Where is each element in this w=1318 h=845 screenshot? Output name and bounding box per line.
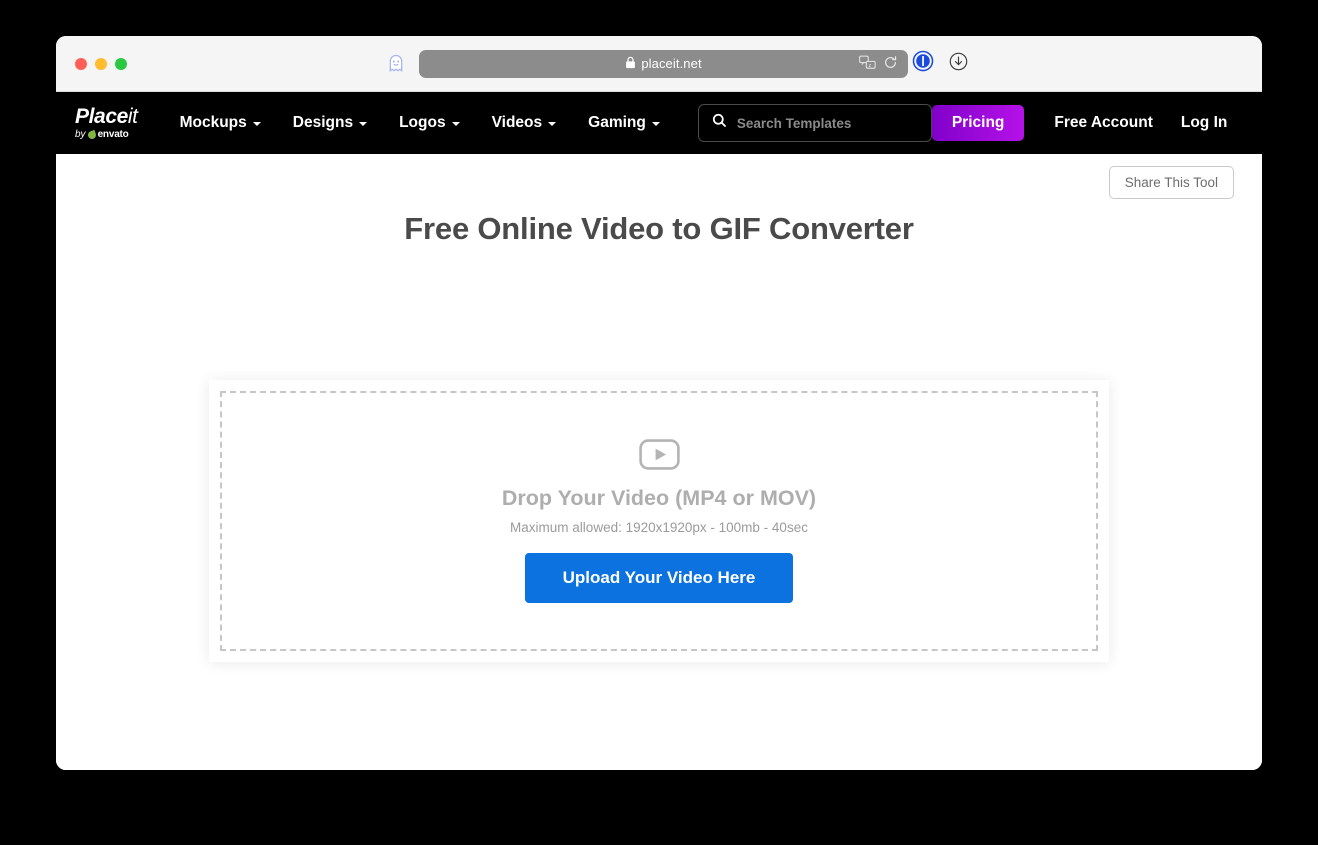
upload-video-button[interactable]: Upload Your Video Here xyxy=(524,553,794,603)
feature-share xyxy=(948,756,1026,770)
dropzone-panel: Drop Your Video (MP4 or MOV) Maximum all… xyxy=(209,380,1109,662)
nav-item-label: Gaming xyxy=(588,114,646,131)
nav-item-label: Mockups xyxy=(179,114,247,131)
address-bar-icons: z xyxy=(859,55,898,73)
translate-icon[interactable]: z xyxy=(859,55,876,73)
reload-icon[interactable] xyxy=(883,55,898,73)
svg-text:z: z xyxy=(869,62,872,68)
upload-arrow-icon xyxy=(292,770,372,771)
chevron-down-icon xyxy=(252,122,261,126)
feature-icons-row: .GIF xyxy=(56,756,1262,770)
nav-item-mockups[interactable]: Mockups xyxy=(164,106,277,140)
logo-main-text: Place xyxy=(75,105,128,128)
ghost-icon[interactable] xyxy=(385,53,407,75)
share-this-tool-button[interactable]: Share This Tool xyxy=(1108,166,1234,199)
nav-item-designs[interactable]: Designs xyxy=(277,106,383,140)
nav-item-label: Designs xyxy=(292,114,354,131)
address-bar[interactable]: placeit.net z xyxy=(419,49,908,78)
dropzone-headline: Drop Your Video (MP4 or MOV) xyxy=(501,486,817,510)
dropzone-subtext: Maximum allowed: 1920x1920px - 100mb - 4… xyxy=(510,520,808,535)
share-row: Share This Tool xyxy=(56,154,1262,199)
page-content: Share This Tool Free Online Video to GIF… xyxy=(56,154,1262,770)
browser-toolbar: placeit.net z xyxy=(56,36,1262,92)
nav-links: Mockups Designs Logos Videos Gaming xyxy=(164,106,676,140)
window-traffic-lights xyxy=(75,57,127,70)
nav-item-gaming[interactable]: Gaming xyxy=(572,106,676,140)
nav-right-actions: Pricing Free Account Log In xyxy=(931,105,1242,141)
pricing-button[interactable]: Pricing xyxy=(931,105,1025,141)
logo-brand-text: envato xyxy=(97,129,129,140)
feature-convert: .GIF xyxy=(605,756,715,770)
envato-leaf-icon xyxy=(86,129,97,141)
nav-item-label: Videos xyxy=(491,114,543,131)
url-text: placeit.net xyxy=(641,56,702,71)
placeit-logo[interactable]: Placeit by envato xyxy=(73,105,138,141)
logo-main-italic: it xyxy=(127,105,138,128)
site-navbar: Placeit by envato Mockups Designs Logos … xyxy=(56,92,1262,154)
search-input[interactable] xyxy=(736,115,918,131)
minimize-window-button[interactable] xyxy=(95,57,107,70)
feature-upload xyxy=(292,756,372,770)
browser-extensions xyxy=(912,50,969,77)
maximize-window-button[interactable] xyxy=(115,57,127,70)
lock-icon xyxy=(625,56,636,72)
close-window-button[interactable] xyxy=(75,57,87,70)
browser-window: placeit.net z Placeit by envato Mockups … xyxy=(56,36,1262,770)
nav-item-videos[interactable]: Videos xyxy=(476,106,573,140)
chevron-down-icon xyxy=(451,122,460,126)
free-account-link[interactable]: Free Account xyxy=(1040,106,1166,140)
chevron-down-icon xyxy=(359,122,368,126)
nav-item-logos[interactable]: Logos xyxy=(383,106,476,140)
website-viewport: Placeit by envato Mockups Designs Logos … xyxy=(56,92,1262,770)
nav-item-label: Logos xyxy=(399,114,446,131)
log-in-link[interactable]: Log In xyxy=(1167,106,1242,140)
video-play-icon xyxy=(638,439,680,475)
search-box[interactable] xyxy=(697,104,932,142)
search-icon xyxy=(712,113,727,133)
1password-icon[interactable] xyxy=(912,50,934,77)
page-title: Free Online Video to GIF Converter xyxy=(404,211,914,246)
download-icon[interactable] xyxy=(948,51,969,77)
chevron-down-icon xyxy=(548,122,557,126)
video-dropzone[interactable]: Drop Your Video (MP4 or MOV) Maximum all… xyxy=(220,391,1098,651)
chevron-down-icon xyxy=(651,122,660,126)
logo-by-text: by xyxy=(75,129,86,140)
